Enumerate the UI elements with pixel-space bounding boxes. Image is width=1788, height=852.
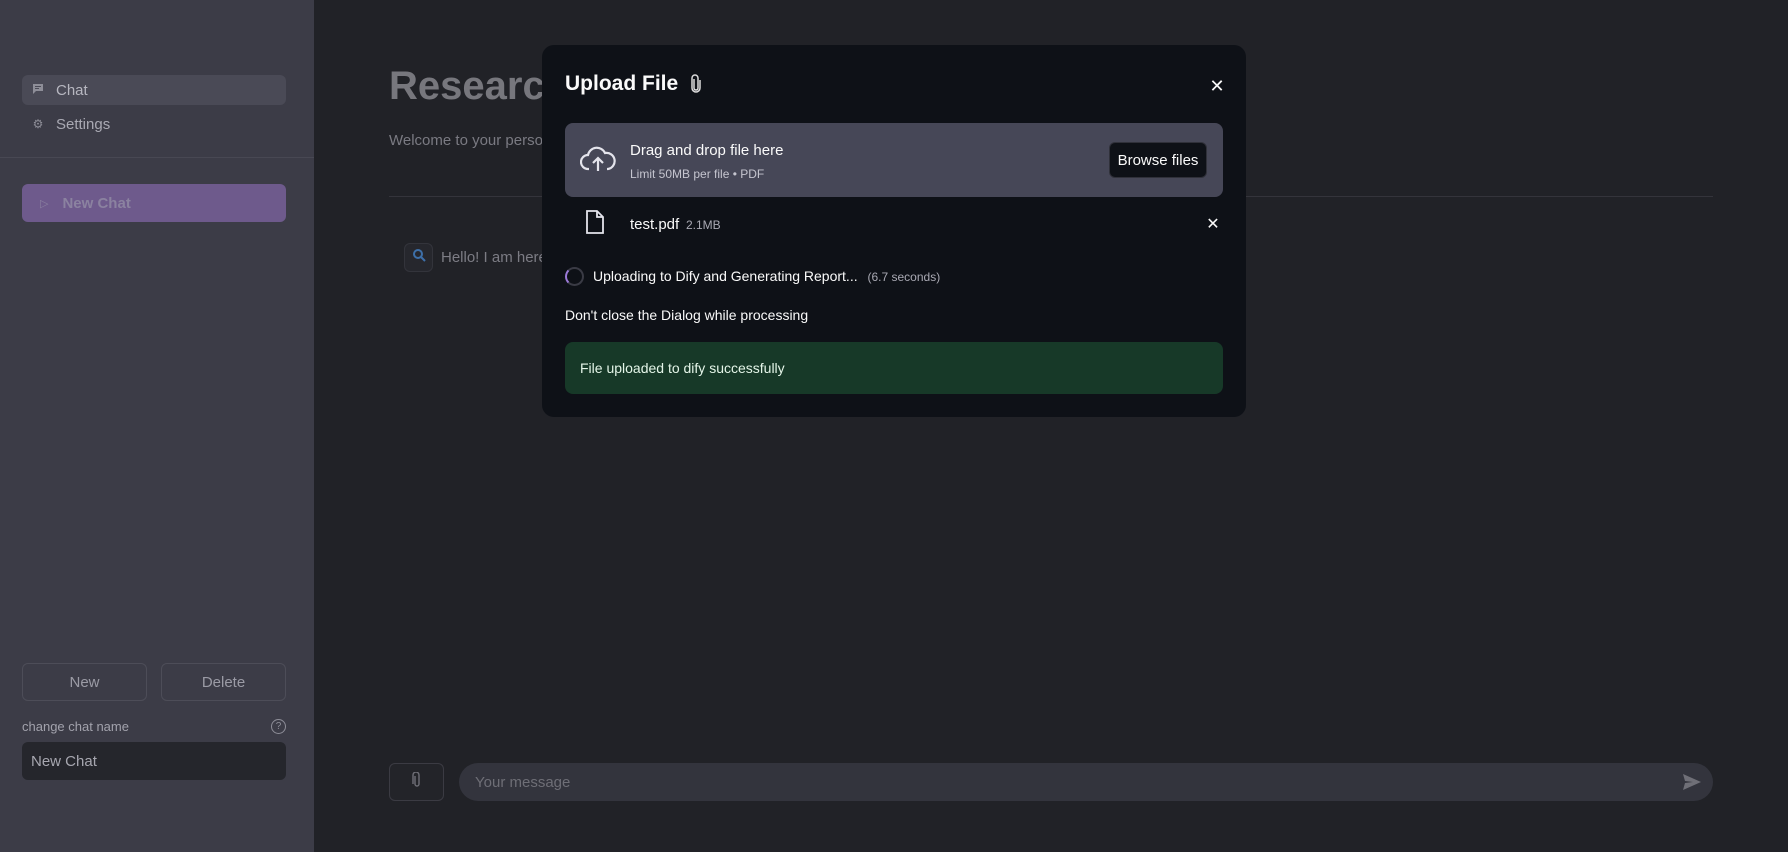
file-dropzone[interactable]: Drag and drop file here Limit 50MB per f… [565, 123, 1223, 197]
new-chat-label: New Chat [62, 194, 131, 212]
nav-item-settings[interactable]: ⚙ Settings [22, 109, 286, 139]
nav-item-label: Settings [56, 115, 111, 133]
new-chat-button[interactable]: ▷ New Chat [22, 184, 286, 222]
upload-dialog: Upload File ✕ Drag and drop file here Li… [542, 45, 1246, 417]
delete-button[interactable]: Delete [161, 663, 286, 701]
browse-files-button[interactable]: Browse files [1109, 142, 1207, 178]
assistant-avatar [404, 243, 433, 272]
upload-status-time: (6.7 seconds) [867, 270, 941, 284]
gear-icon: ⚙ [32, 117, 44, 131]
paperclip-icon [411, 770, 422, 793]
dialog-title: Upload File [565, 72, 702, 96]
file-icon [586, 210, 604, 239]
uploaded-file-row: test.pdf 2.1MB ✕ [565, 210, 1223, 240]
play-icon: ▷ [40, 197, 49, 210]
sidebar: Chat ⚙ Settings ▷ New Chat New Delete ch… [0, 0, 314, 852]
help-icon[interactable]: ? [271, 719, 286, 734]
message-input[interactable] [459, 763, 1713, 801]
dialog-title-text: Upload File [565, 72, 679, 95]
chat-name-input[interactable] [22, 742, 286, 780]
file-size: 2.1MB [686, 218, 721, 232]
attach-button[interactable] [389, 763, 444, 801]
nav-item-chat[interactable]: Chat [22, 75, 286, 105]
paperclip-icon [690, 74, 702, 94]
new-button[interactable]: New [22, 663, 147, 701]
nav-item-label: Chat [56, 81, 88, 99]
remove-file-icon[interactable]: ✕ [1202, 213, 1224, 235]
upload-status-text: Uploading to Dify and Generating Report.… [593, 268, 858, 284]
sidebar-divider [0, 157, 314, 158]
page-subtitle: Welcome to your persona [389, 132, 560, 149]
magnifier-icon [412, 248, 426, 267]
upload-status: Uploading to Dify and Generating Report.… [593, 268, 940, 284]
send-icon[interactable] [1682, 772, 1702, 792]
dropzone-limit: Limit 50MB per file • PDF [630, 167, 765, 181]
cloud-upload-icon [579, 145, 616, 178]
sidebar-nav: Chat ⚙ Settings [22, 75, 286, 143]
close-icon[interactable]: ✕ [1205, 74, 1229, 98]
assistant-message: Hello! I am here [441, 249, 547, 266]
success-alert: File uploaded to dify successfully [565, 342, 1223, 394]
processing-warning: Don't close the Dialog while processing [565, 307, 809, 323]
chat-bubble-icon [31, 83, 45, 98]
rename-label: change chat name [22, 719, 129, 734]
file-name: test.pdf [630, 216, 680, 233]
dropzone-title: Drag and drop file here [630, 142, 784, 159]
success-alert-text: File uploaded to dify successfully [580, 360, 785, 376]
loading-spinner [565, 267, 584, 286]
